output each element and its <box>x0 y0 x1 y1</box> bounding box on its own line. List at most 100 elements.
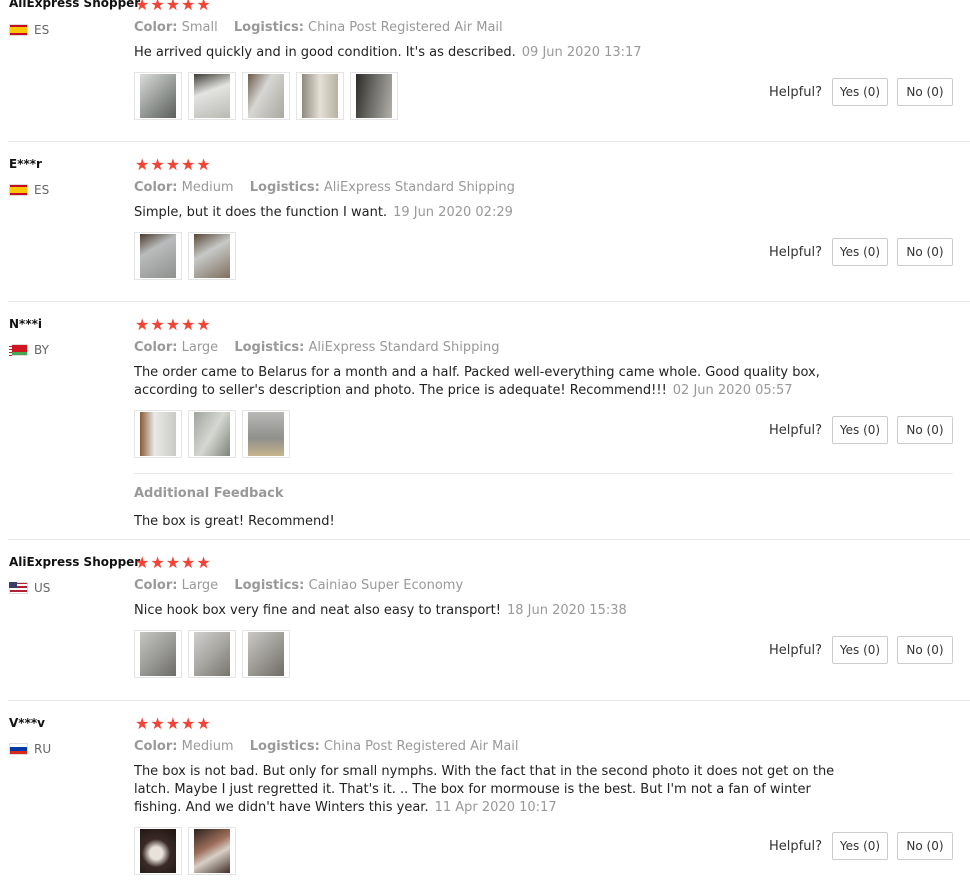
logistics-label: Logistics: <box>249 739 320 754</box>
review-photo-thumbnail[interactable] <box>188 630 236 678</box>
russia-flag-icon <box>9 743 28 755</box>
star-icon: ★ <box>150 0 165 14</box>
helpful-section: Helpful? Yes (0) No (0) <box>769 238 953 266</box>
reviewer-name: AliExpress Shopper <box>9 555 141 569</box>
review-photo-thumbnail[interactable] <box>134 827 182 875</box>
country-code: RU <box>34 742 52 756</box>
review-photo-thumbnail[interactable] <box>134 232 182 280</box>
helpful-section: Helpful? Yes (0) No (0) <box>769 832 953 860</box>
review-body: Simple, but it does the function I want. <box>134 205 388 220</box>
order-info: Color: Medium Logistics: AliExpress Stan… <box>134 180 515 195</box>
logistics-label: Logistics: <box>233 20 304 35</box>
logistics-value: China Post Registered Air Mail <box>308 20 503 35</box>
helpful-section: Helpful? Yes (0) No (0) <box>769 416 953 444</box>
helpful-yes-button[interactable]: Yes (0) <box>832 416 888 444</box>
review-photo-thumbnail[interactable] <box>134 72 182 120</box>
color-label: Color: <box>134 180 178 195</box>
review-photo-thumbnail[interactable] <box>350 72 398 120</box>
review-photo-thumbnail[interactable] <box>242 72 290 120</box>
review-photos <box>134 232 236 280</box>
review-date: 11 Apr 2020 10:17 <box>434 800 557 815</box>
helpful-no-button[interactable]: No (0) <box>897 832 953 860</box>
helpful-yes-button[interactable]: Yes (0) <box>832 78 888 106</box>
logistics-value: China Post Registered Air Mail <box>323 739 519 754</box>
reviewer-country: US <box>9 581 50 595</box>
star-icon: ★ <box>135 714 150 733</box>
country-code: BY <box>34 343 49 357</box>
review-item: N***i ★ ★ ★ ★ ★ BY Color: Large Logistics: A… <box>0 302 953 539</box>
star-icon: ★ <box>181 714 196 733</box>
logistics-label: Logistics: <box>249 180 320 195</box>
review-body: Nice hook box very fine and neat also ea… <box>134 603 501 618</box>
star-icon: ★ <box>150 553 165 572</box>
rating-stars: ★ ★ ★ ★ ★ <box>135 317 211 333</box>
star-icon: ★ <box>150 315 165 334</box>
review-text: He arrived quickly and in good condition… <box>134 44 854 62</box>
helpful-yes-button[interactable]: Yes (0) <box>832 636 888 664</box>
star-icon: ★ <box>181 553 196 572</box>
logistics-value: Cainiao Super Economy <box>308 578 464 593</box>
review-text: The order came to Belarus for a month an… <box>134 364 854 400</box>
star-icon: ★ <box>181 315 196 334</box>
star-icon: ★ <box>150 714 165 733</box>
belarus-flag-icon <box>9 344 28 356</box>
country-code: ES <box>34 183 50 197</box>
logistics-label: Logistics: <box>234 340 305 355</box>
reviewer-name: E***r <box>9 157 42 171</box>
star-icon: ★ <box>135 553 150 572</box>
additional-feedback-text: The box is great! Recommend! <box>134 514 335 529</box>
star-icon: ★ <box>165 553 181 572</box>
helpful-section: Helpful? Yes (0) No (0) <box>769 636 953 664</box>
review-text: Simple, but it does the function I want.… <box>134 204 854 222</box>
logistics-label: Logistics: <box>234 578 305 593</box>
star-icon: ★ <box>135 155 150 174</box>
review-date: 18 Jun 2020 15:38 <box>506 603 627 618</box>
rating-stars: ★ ★ ★ ★ ★ <box>135 157 211 173</box>
helpful-yes-button[interactable]: Yes (0) <box>832 238 888 266</box>
review-photos <box>134 630 290 678</box>
review-photo-thumbnail[interactable] <box>188 232 236 280</box>
star-icon: ★ <box>165 0 181 14</box>
review-photo-thumbnail[interactable] <box>188 827 236 875</box>
review-photo-thumbnail[interactable] <box>134 630 182 678</box>
order-info: Color: Large Logistics: Cainiao Super Ec… <box>134 578 463 593</box>
rating-stars: ★ ★ ★ ★ ★ <box>135 555 211 571</box>
reviewer-country: ES <box>9 183 49 197</box>
helpful-yes-button[interactable]: Yes (0) <box>832 832 888 860</box>
color-label: Color: <box>134 739 178 754</box>
review-photo-thumbnail[interactable] <box>134 410 182 458</box>
reviewer-name: N***i <box>9 317 42 331</box>
reviewer-country: BY <box>9 343 49 357</box>
order-info: Color: Medium Logistics: China Post Regi… <box>134 739 519 754</box>
helpful-no-button[interactable]: No (0) <box>897 636 953 664</box>
star-icon: ★ <box>165 714 181 733</box>
review-photo-thumbnail[interactable] <box>188 410 236 458</box>
color-value: Medium <box>181 739 234 754</box>
star-icon: ★ <box>181 0 196 14</box>
helpful-label: Helpful? <box>769 642 822 658</box>
review-photo-thumbnail[interactable] <box>296 72 344 120</box>
review-photo-thumbnail[interactable] <box>242 630 290 678</box>
review-photos <box>134 827 236 875</box>
reviewer-name: V***v <box>9 716 45 730</box>
star-icon: ★ <box>196 714 211 733</box>
color-value: Small <box>181 20 218 35</box>
review-photo-thumbnail[interactable] <box>242 410 290 458</box>
color-value: Medium <box>181 180 234 195</box>
review-body: He arrived quickly and in good condition… <box>134 45 516 60</box>
spain-flag-icon <box>9 184 28 196</box>
review-item: E***r ★ ★ ★ ★ ★ ES Color: Medium Logistics: … <box>0 142 953 301</box>
star-icon: ★ <box>150 155 165 174</box>
helpful-no-button[interactable]: No (0) <box>897 78 953 106</box>
additional-feedback-divider <box>134 473 953 474</box>
helpful-no-button[interactable]: No (0) <box>897 416 953 444</box>
color-label: Color: <box>134 578 178 593</box>
star-icon: ★ <box>196 155 211 174</box>
reviewer-country: ES <box>9 23 49 37</box>
review-photo-thumbnail[interactable] <box>188 72 236 120</box>
order-info: Color: Large Logistics: AliExpress Stand… <box>134 340 500 355</box>
helpful-no-button[interactable]: No (0) <box>897 238 953 266</box>
star-icon: ★ <box>196 315 211 334</box>
logistics-value: AliExpress Standard Shipping <box>308 340 500 355</box>
order-info: Color: Small Logistics: China Post Regis… <box>134 20 503 35</box>
